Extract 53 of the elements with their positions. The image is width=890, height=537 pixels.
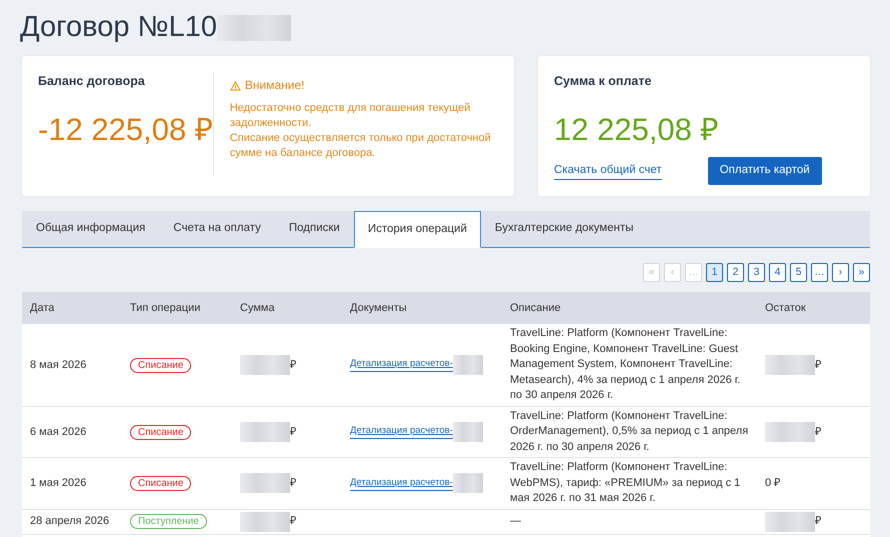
- amount-text: ₽: [815, 358, 821, 372]
- operation-type-tag: Поступление: [130, 514, 207, 530]
- column-header: Документы: [342, 292, 502, 324]
- amount-due: 12 225,08 ₽: [554, 110, 720, 149]
- table-cell: 8 мая 2026: [22, 324, 122, 406]
- page-button[interactable]: ›: [832, 263, 849, 282]
- table-cell: 6 мая 2026: [22, 406, 122, 458]
- amount-text: ₽: [290, 358, 296, 372]
- amount-text: ₽: [290, 514, 296, 530]
- table-cell: 1 мая 2026: [22, 458, 122, 509]
- tab[interactable]: Общая информация: [22, 211, 160, 247]
- column-header: Описание: [502, 292, 757, 324]
- description-cell: TravelLine: Platform (Компонент TravelLine: OrderManagement), 0,5% за период с 1 апреля 2026 г. по 30 апреля 2026 г.: [502, 406, 757, 458]
- tab[interactable]: Счета на оплату: [159, 211, 275, 247]
- document-link[interactable]: Детализация расчетов-: [350, 357, 453, 372]
- page-button[interactable]: 3: [748, 263, 765, 282]
- column-header: Дата: [22, 292, 122, 324]
- operation-type-tag: Списание: [130, 476, 192, 491]
- page-button[interactable]: 5: [790, 263, 807, 282]
- warning-text: Списание осуществляется только при достаточной сумме на балансе договора.: [230, 131, 492, 161]
- balance-amount: -12 225,08 ₽: [38, 110, 213, 149]
- amount-text: ₽: [290, 476, 296, 491]
- page-button[interactable]: 1: [706, 263, 723, 282]
- tab[interactable]: Бухгалтерские документы: [480, 211, 648, 247]
- description-cell: TravelLine: Platform (Компонент TravelLine: WebPMS), тариф: «PREMIUM» за период с 1 мая 2026 г. по 31 мая 2026 г.: [502, 458, 757, 509]
- warning-title: Внимание!: [244, 78, 304, 93]
- amount-text: 0 ₽: [765, 476, 780, 491]
- document-link[interactable]: Детализация расчетов-: [350, 476, 453, 491]
- column-header: Сумма: [232, 292, 342, 324]
- amount-text: ₽: [815, 424, 821, 440]
- download-link[interactable]: Скачать общий счет: [554, 162, 662, 180]
- operation-type-tag: Списание: [130, 358, 192, 372]
- column-header: Остаток: [757, 292, 870, 324]
- tab[interactable]: Подписки: [274, 211, 354, 247]
- card-heading: Сумма к оплате: [554, 73, 652, 90]
- description-cell: —: [502, 509, 757, 534]
- amount-text: ₽: [815, 514, 821, 530]
- description-cell: TravelLine: Platform (Компонент TravelLine: Booking Engine, Компонент TravelLine: Guest Management System, Компонент TravelLine: Metasearch), 4% за период с 1 апреля 2026 г. по 30 апреля 2026 г.: [502, 324, 757, 406]
- column-header: Тип операции: [122, 292, 232, 324]
- page-button[interactable]: …: [811, 263, 828, 282]
- pay-button[interactable]: Оплатить картой: [708, 157, 822, 184]
- warning-icon: [230, 80, 241, 90]
- document-link[interactable]: Детализация расчетов-: [350, 424, 453, 440]
- amount-text: ₽: [290, 424, 296, 440]
- page-button[interactable]: »: [853, 263, 870, 282]
- page-button[interactable]: 4: [769, 263, 786, 282]
- warning-text: Недостаточно средств для погашения текущей задолженности.: [230, 101, 472, 131]
- page-title: Договор №L10: [20, 10, 218, 46]
- operation-type-tag: Списание: [130, 424, 192, 440]
- table-cell: 28 апреля 2026: [22, 509, 122, 534]
- card-heading: Баланс договора: [38, 73, 146, 90]
- page-button[interactable]: 2: [727, 263, 744, 282]
- tab[interactable]: История операций: [354, 211, 481, 248]
